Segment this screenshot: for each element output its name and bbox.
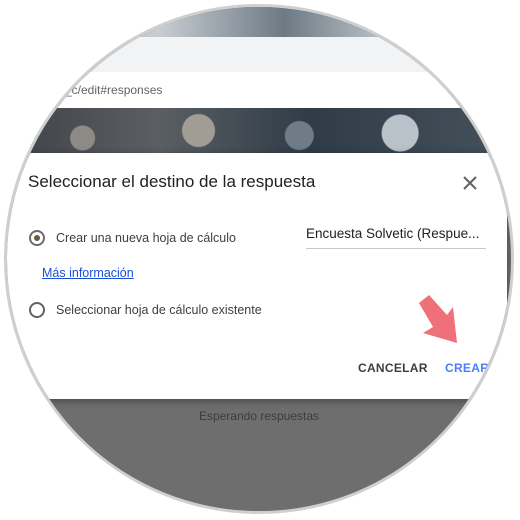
annotation-arrow-icon	[419, 295, 457, 343]
create-button[interactable]: CREAR	[445, 361, 489, 375]
new-spreadsheet-label: Crear una nueva hoja de cálculo	[56, 231, 236, 245]
address-url: _c/edit#responses	[65, 83, 163, 97]
radio-new-spreadsheet[interactable]	[29, 230, 45, 246]
response-destination-dialog: Seleccionar el destino de la respuesta C…	[7, 153, 507, 399]
waiting-responses-text: Esperando respuestas	[198, 409, 320, 423]
form-header-image	[7, 108, 511, 158]
cancel-button[interactable]: CANCELAR	[358, 361, 428, 375]
screenshot-circle: _c/edit#responses Esperando respuestas S…	[4, 4, 514, 514]
close-icon	[463, 176, 477, 190]
address-bar[interactable]: _c/edit#responses	[7, 72, 511, 109]
close-button[interactable]	[458, 171, 482, 195]
more-info-link[interactable]: Más información	[42, 266, 134, 280]
dialog-title: Seleccionar el destino de la respuesta	[28, 172, 316, 191]
browser-tab-bar	[7, 37, 511, 72]
spreadsheet-name-input[interactable]: Encuesta Solvetic (Respue...	[306, 226, 486, 249]
existing-spreadsheet-label: Seleccionar hoja de cálculo existente	[56, 303, 262, 317]
background-image-strip	[7, 7, 511, 37]
radio-existing-spreadsheet[interactable]	[29, 302, 45, 318]
